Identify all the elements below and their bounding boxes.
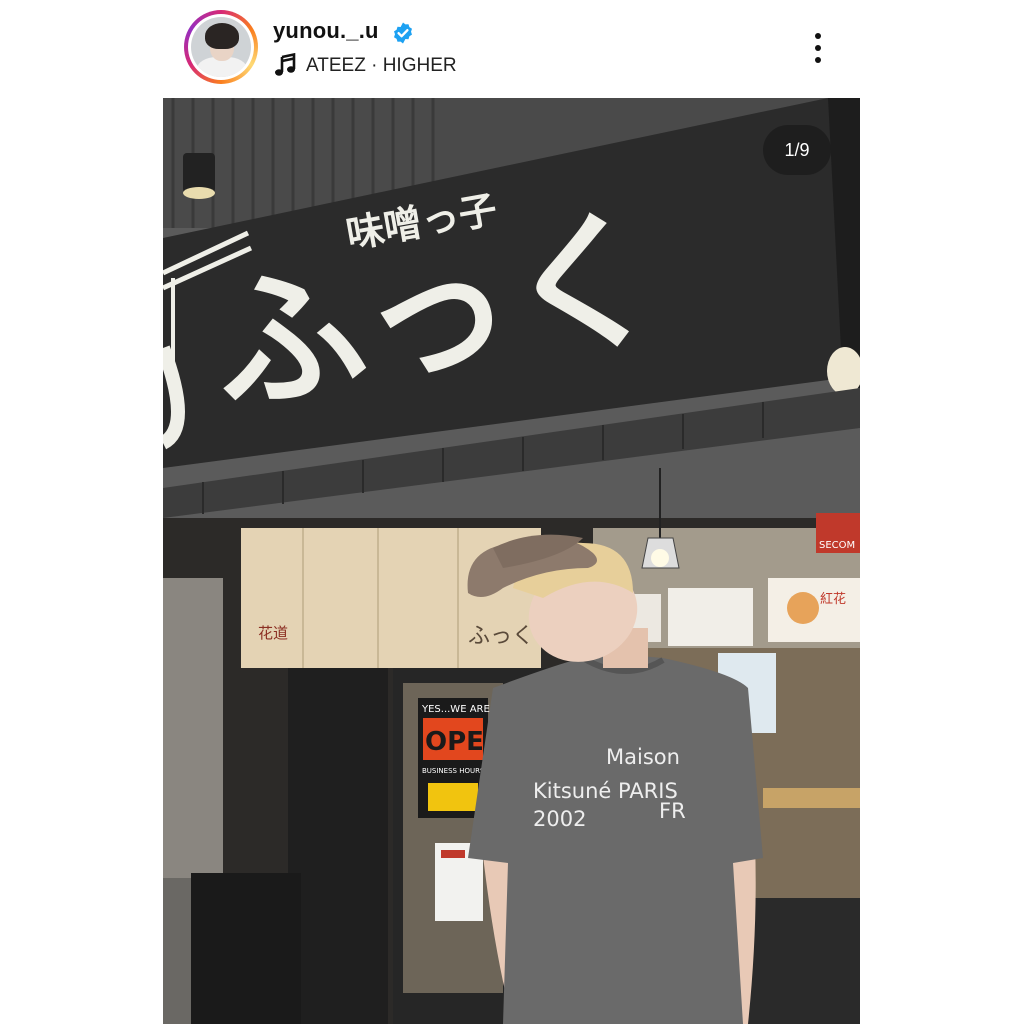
shirt-line-1: Maison [606, 745, 680, 769]
noren-side-text: 花道 [258, 624, 288, 642]
post-header: yunou._.u ATEEZ · HIGHER [0, 0, 1024, 96]
verified-badge-icon [394, 22, 412, 44]
security-badge-text: SECOM [819, 540, 855, 551]
story-ring[interactable] [184, 10, 258, 84]
carousel-counter: 1/9 [763, 125, 831, 175]
post-photo[interactable]: 味噌っ子 ふっく 紅花 SECOM 花道 ふっく YES...WE ARE OP… [163, 98, 860, 1024]
open-sign-small: BUSINESS HOURS [422, 767, 485, 775]
avatar-border [188, 14, 254, 80]
more-options-icon[interactable] [806, 28, 830, 68]
audio-track-link[interactable]: ATEEZ · HIGHER [306, 55, 457, 77]
shirt-line-3: 2002 [533, 807, 586, 831]
shirt-line-2: Kitsuné PARIS [533, 779, 678, 803]
avatar[interactable] [191, 17, 251, 77]
noren-text: ふっく [468, 624, 534, 649]
username-link[interactable]: yunou._.u [273, 18, 379, 44]
window-poster-text: 紅花 [820, 591, 846, 607]
photo-scene: 味噌っ子 ふっく 紅花 SECOM 花道 ふっく YES...WE ARE OP… [163, 98, 860, 1024]
avatar-hair [205, 23, 239, 49]
open-sign-top: YES...WE ARE [421, 704, 490, 715]
tshirt [468, 653, 763, 1024]
shirt-line-4: FR [659, 799, 686, 823]
music-note-icon [275, 53, 296, 76]
